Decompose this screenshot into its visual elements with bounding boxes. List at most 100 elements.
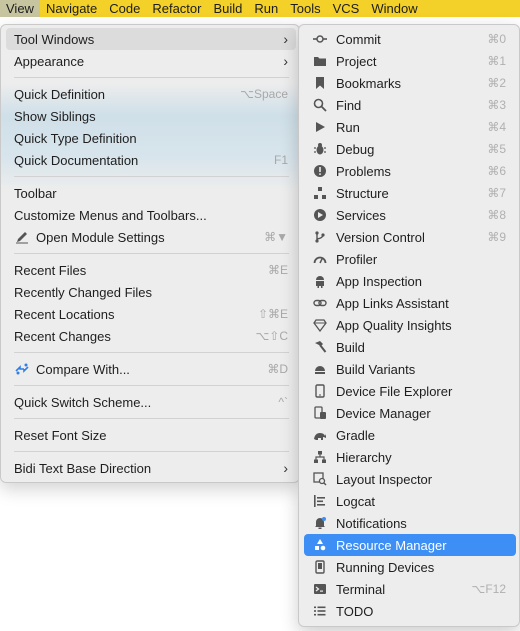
menu-item-bidi-text-direction[interactable]: Bidi Text Base Direction ›	[6, 457, 296, 479]
menu-item-tool-windows[interactable]: Tool Windows ›	[6, 28, 296, 50]
compare-icon	[14, 361, 30, 377]
phone-icon	[313, 384, 327, 398]
menu-item-label: Appearance	[14, 53, 85, 69]
menu-item-quick-type-definition[interactable]: Quick Type Definition	[6, 127, 296, 149]
menu-item-label: Gradle	[336, 427, 376, 443]
tool-window-app-links-assistant[interactable]: App Links Assistant	[304, 292, 516, 314]
menu-item-label: Version Control	[336, 229, 425, 245]
menu-item-quick-definition[interactable]: Quick Definition ⌥Space	[6, 83, 296, 105]
menu-item-label: Quick Switch Scheme...	[14, 394, 152, 410]
menu-code[interactable]: Code	[103, 0, 146, 17]
menu-item-shortcut: ⌘5	[487, 142, 506, 156]
device-manager-icon	[313, 406, 327, 420]
menu-separator	[14, 451, 289, 452]
menu-item-label: Notifications	[336, 515, 407, 531]
menu-item-label: Find	[336, 97, 362, 113]
menu-vcs[interactable]: VCS	[327, 0, 366, 17]
tool-window-hierarchy[interactable]: Hierarchy	[304, 446, 516, 468]
tool-window-gradle[interactable]: Gradle	[304, 424, 516, 446]
tool-window-todo[interactable]: TODO	[304, 600, 516, 622]
menu-item-label: Profiler	[336, 251, 378, 267]
tool-window-services[interactable]: Services ⌘8	[304, 204, 516, 226]
tool-window-structure[interactable]: Structure ⌘7	[304, 182, 516, 204]
tool-window-run[interactable]: Run ⌘4	[304, 116, 516, 138]
tool-window-terminal[interactable]: Terminal ⌥F12	[304, 578, 516, 600]
menu-item-shortcut: ⌥Space	[240, 87, 288, 101]
menu-item-label: Toolbar	[14, 185, 57, 201]
menu-item-label: Terminal	[336, 581, 386, 597]
menu-run[interactable]: Run	[248, 0, 284, 17]
menu-separator	[14, 253, 289, 254]
folder-icon	[313, 54, 327, 68]
menu-item-label: Project	[336, 53, 377, 69]
menu-refactor[interactable]: Refactor	[146, 0, 207, 17]
gauge-icon	[313, 252, 327, 266]
tool-window-device-manager[interactable]: Device Manager	[304, 402, 516, 424]
menu-build[interactable]: Build	[207, 0, 248, 17]
tool-window-build[interactable]: Build	[304, 336, 516, 358]
structure-icon	[313, 186, 327, 200]
tool-window-project[interactable]: Project ⌘1	[304, 50, 516, 72]
tool-window-profiler[interactable]: Profiler	[304, 248, 516, 270]
menu-tools[interactable]: Tools	[284, 0, 326, 17]
menu-item-recent-changes[interactable]: Recent Changes ⌥⇧C	[6, 325, 296, 347]
menu-item-label: Debug	[336, 141, 375, 157]
warning-icon	[313, 164, 327, 178]
menu-item-recently-changed-files[interactable]: Recently Changed Files	[6, 281, 296, 303]
tool-window-app-inspection[interactable]: App Inspection	[304, 270, 516, 292]
tool-window-bookmarks[interactable]: Bookmarks ⌘2	[304, 72, 516, 94]
tool-window-find[interactable]: Find ⌘3	[304, 94, 516, 116]
menu-item-shortcut: ⌘E	[267, 263, 288, 277]
menu-item-recent-files[interactable]: Recent Files ⌘E	[6, 259, 296, 281]
play-icon	[313, 120, 327, 134]
menu-item-label: Problems	[336, 163, 391, 179]
menu-item-quick-documentation[interactable]: Quick Documentation F1	[6, 149, 296, 171]
tool-window-logcat[interactable]: Logcat	[304, 490, 516, 512]
tool-window-device-file-explorer[interactable]: Device File Explorer	[304, 380, 516, 402]
menu-item-label: Logcat	[336, 493, 376, 509]
tool-window-version-control[interactable]: Version Control ⌘9	[304, 226, 516, 248]
tool-window-app-quality-insights[interactable]: App Quality Insights	[304, 314, 516, 336]
menu-item-label: Hierarchy	[336, 449, 392, 465]
menu-item-compare-with[interactable]: Compare With... ⌘D	[6, 358, 296, 380]
menu-item-shortcut: ^`	[278, 395, 288, 409]
menu-item-customize-menus[interactable]: Customize Menus and Toolbars...	[6, 204, 296, 226]
resource-icon	[313, 538, 327, 552]
tool-window-resource-manager[interactable]: Resource Manager	[304, 534, 516, 556]
menu-item-shortcut: ⌘D	[267, 362, 288, 376]
tool-window-running-devices[interactable]: Running Devices	[304, 556, 516, 578]
layout-inspector-icon	[313, 472, 327, 486]
branch-icon	[313, 230, 327, 244]
menu-item-toolbar[interactable]: Toolbar	[6, 182, 296, 204]
menu-item-label: Recent Changes	[14, 328, 111, 344]
menu-separator	[14, 385, 289, 386]
menu-item-show-siblings[interactable]: Show Siblings	[6, 105, 296, 127]
menu-item-label: Build	[336, 339, 365, 355]
menu-separator	[14, 418, 289, 419]
menu-item-label: Layout Inspector	[336, 471, 433, 487]
menu-item-label: Reset Font Size	[14, 427, 107, 443]
menu-view[interactable]: View	[0, 0, 40, 17]
menu-item-appearance[interactable]: Appearance ›	[6, 50, 296, 72]
menu-item-shortcut: ⌘1	[487, 54, 506, 68]
menu-window[interactable]: Window	[365, 0, 423, 17]
menu-item-label: Quick Documentation	[14, 152, 139, 168]
menu-item-quick-switch-scheme[interactable]: Quick Switch Scheme... ^`	[6, 391, 296, 413]
tool-window-notifications[interactable]: Notifications	[304, 512, 516, 534]
menu-item-recent-locations[interactable]: Recent Locations ⇧⌘E	[6, 303, 296, 325]
commit-icon	[313, 32, 327, 46]
menu-item-open-module-settings[interactable]: Open Module Settings ⌘▼	[6, 226, 296, 248]
link-icon	[313, 296, 327, 310]
tool-window-commit[interactable]: Commit ⌘0	[304, 28, 516, 50]
edit-icon	[14, 229, 30, 245]
menu-item-shortcut: ⌘▼	[264, 230, 288, 244]
tool-window-debug[interactable]: Debug ⌘5	[304, 138, 516, 160]
terminal-icon	[313, 582, 327, 596]
menu-item-label: Tool Windows	[14, 31, 95, 47]
menu-item-reset-font-size[interactable]: Reset Font Size	[6, 424, 296, 446]
tool-window-problems[interactable]: Problems ⌘6	[304, 160, 516, 182]
tool-window-build-variants[interactable]: Build Variants	[304, 358, 516, 380]
tool-window-layout-inspector[interactable]: Layout Inspector	[304, 468, 516, 490]
logcat-icon	[313, 494, 327, 508]
menu-navigate[interactable]: Navigate	[40, 0, 103, 17]
